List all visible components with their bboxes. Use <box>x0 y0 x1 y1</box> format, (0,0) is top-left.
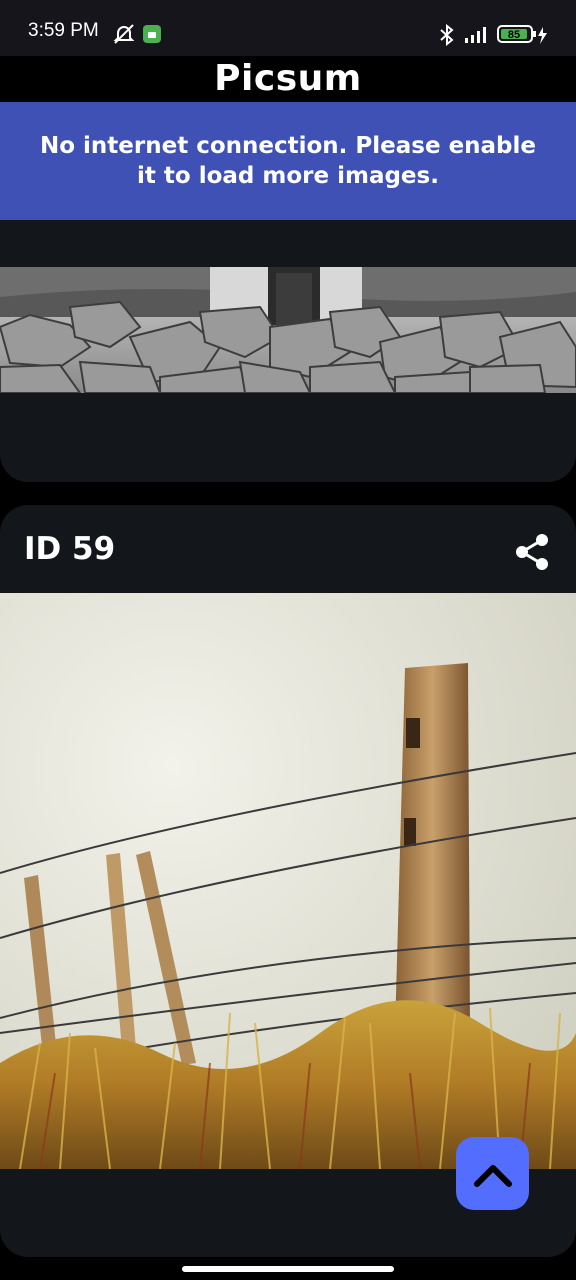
bluetooth-icon <box>437 23 457 50</box>
card-image-rocks[interactable] <box>0 267 576 393</box>
arrow-up-icon <box>473 1164 512 1187</box>
mute-icon <box>112 22 136 50</box>
android-icon <box>143 25 161 47</box>
gesture-navigation-bar[interactable] <box>182 1266 394 1272</box>
share-icon[interactable] <box>514 533 550 571</box>
status-time: 3:59 PM <box>28 20 99 41</box>
card-image-fence[interactable] <box>0 593 576 1169</box>
offline-banner: No internet connection. Please enable it… <box>0 102 576 220</box>
app-bar: Picsum <box>0 56 576 102</box>
battery-level: 85 <box>508 29 520 41</box>
image-id-label: ID 59 <box>24 531 116 567</box>
status-bar: 3:59 PM 85 <box>0 0 576 56</box>
scroll-to-top-button[interactable] <box>456 1137 529 1210</box>
card-header: ID 59 <box>0 505 576 593</box>
battery-icon: 85 <box>497 24 549 50</box>
signal-icon <box>463 24 491 48</box>
app-title: Picsum <box>214 58 362 99</box>
image-card[interactable] <box>0 220 576 482</box>
offline-message: No internet connection. Please enable it… <box>39 133 537 189</box>
